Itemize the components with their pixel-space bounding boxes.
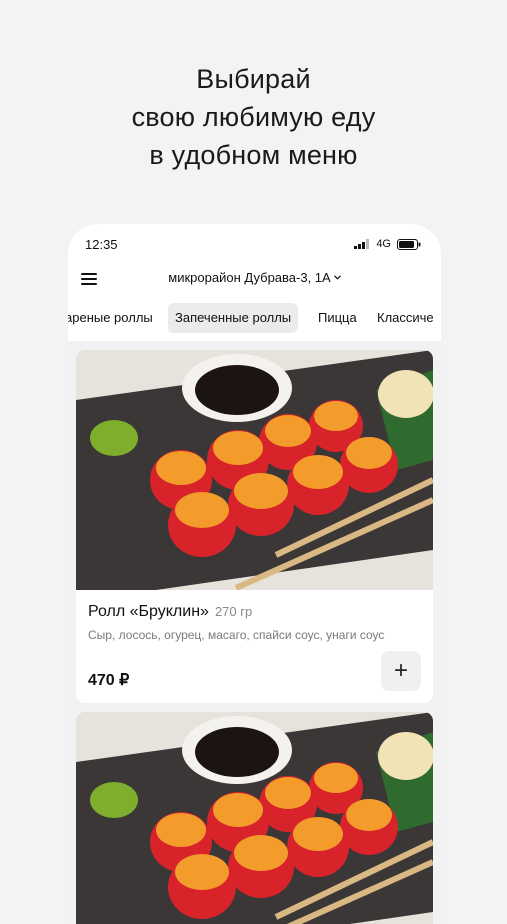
signal-icon (354, 239, 370, 249)
status-bar: 12:35 4G (68, 224, 441, 262)
address-text: микрорайон Дубрава-3, 1А (168, 270, 331, 285)
menu-item-card[interactable]: Ролл «Бруклин» 270 гр Сыр, лосось, огурец… (76, 350, 433, 703)
promo-line-3: в удобном меню (149, 140, 358, 170)
item-name: Ролл «Бруклин» (88, 603, 209, 620)
tab-baked-rolls[interactable]: Запеченные роллы (168, 303, 299, 333)
item-title: Ролл «Бруклин» 270 гр (88, 603, 252, 621)
promo-line-1: Выбирай (196, 64, 311, 94)
chevron-down-icon (333, 275, 341, 280)
item-price: 470 ₽ (88, 672, 130, 689)
status-time: 12:35 (85, 237, 118, 252)
promo-headline: Выбирай свою любимую еду в удобном меню (0, 60, 507, 174)
tab-classic[interactable]: Классиче (370, 303, 441, 333)
item-weight: 270 гр (214, 604, 253, 619)
app-header: микрорайон Дубрава-3, 1А (68, 262, 441, 298)
battery-icon (397, 238, 421, 250)
tab-fried-rolls[interactable]: ареные роллы (68, 303, 160, 333)
phone-screen: 12:35 4G микрорайон Дубрава-3, 1А ареные… (68, 224, 441, 924)
food-photo (76, 712, 433, 924)
category-tabs: ареные роллы Запеченные роллы Пицца Клас… (68, 303, 441, 333)
menu-item-card[interactable] (76, 712, 433, 924)
item-description: Сыр, лосось, огурец, масаго, спайси соус… (88, 628, 385, 642)
network-type: 4G (376, 238, 391, 250)
food-photo (76, 350, 433, 590)
status-icons: 4G (354, 238, 421, 250)
tab-pizza[interactable]: Пицца (311, 303, 364, 333)
add-to-cart-button[interactable]: + (381, 651, 421, 691)
address-selector[interactable]: микрорайон Дубрава-3, 1А (68, 270, 441, 285)
plus-icon: + (393, 657, 408, 684)
promo-line-2: свою любимую еду (131, 102, 376, 132)
menu-list: Ролл «Бруклин» 270 гр Сыр, лосось, огурец… (68, 341, 441, 924)
